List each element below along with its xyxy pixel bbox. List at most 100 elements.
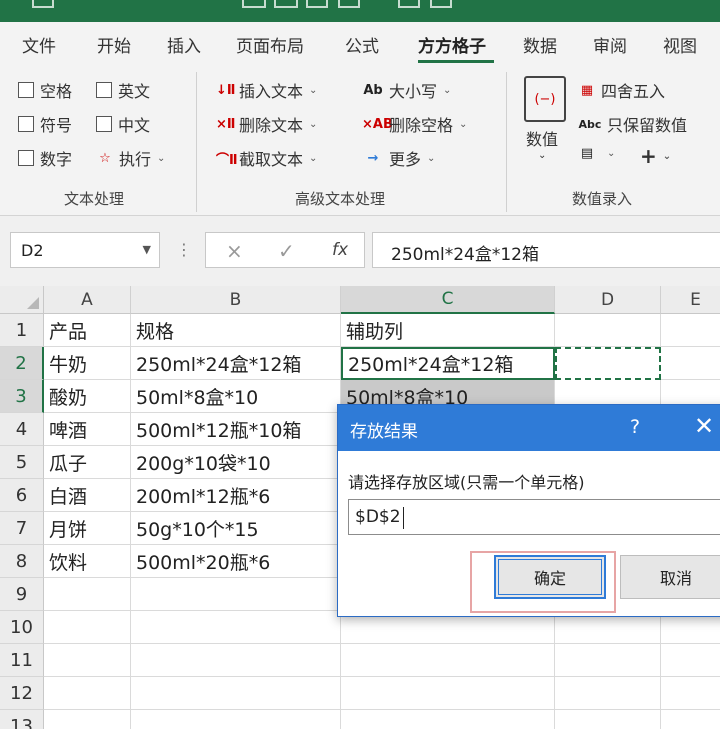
camera-icon[interactable] xyxy=(338,0,360,8)
insert-text-button[interactable]: ↓Ⅱ 插入文本 ⌄ xyxy=(216,78,317,102)
option-space[interactable]: 空格 xyxy=(18,78,72,102)
cell-a3[interactable]: 酸奶 xyxy=(44,380,131,413)
row-header[interactable]: 6 xyxy=(0,479,44,512)
option-english[interactable]: 英文 xyxy=(96,78,150,102)
cell-a2[interactable]: 牛奶 xyxy=(44,347,131,380)
column-header-c[interactable]: C xyxy=(341,286,555,314)
row-header[interactable]: 9 xyxy=(0,578,44,611)
cell-a4[interactable]: 啤酒 xyxy=(44,413,131,446)
row-header[interactable]: 2 xyxy=(0,347,44,380)
row-header[interactable]: 5 xyxy=(0,446,44,479)
cell-b8[interactable]: 500ml*20瓶*6 xyxy=(131,545,341,578)
option-number[interactable]: 数字 xyxy=(18,146,72,170)
cell-c1[interactable]: 辅助列 xyxy=(341,314,555,347)
round-button[interactable]: ▦ 四舍五入 xyxy=(578,78,665,102)
tab-file[interactable]: 文件 xyxy=(22,32,56,57)
format-button[interactable]: ▤ ⌄ xyxy=(578,146,616,161)
value-button[interactable]: 数值 xyxy=(526,126,558,150)
cell-a8[interactable]: 饮料 xyxy=(44,545,131,578)
cell-a9[interactable] xyxy=(44,578,131,611)
tab-home[interactable]: 开始 xyxy=(97,32,131,57)
range-input[interactable]: $D$2 xyxy=(348,499,720,535)
cell-b7[interactable]: 50g*10个*15 xyxy=(131,512,341,545)
cell-c12[interactable] xyxy=(341,677,555,710)
column-header-e[interactable]: E xyxy=(661,286,720,314)
cell-e11[interactable] xyxy=(661,644,720,677)
row-header[interactable]: 3 xyxy=(0,380,44,413)
cell-d2[interactable] xyxy=(555,347,661,380)
cell-e13[interactable] xyxy=(661,710,720,729)
option-chinese[interactable]: 中文 xyxy=(96,112,150,136)
cell-c11[interactable] xyxy=(341,644,555,677)
row-header[interactable]: 8 xyxy=(0,545,44,578)
cell-a11[interactable] xyxy=(44,644,131,677)
cell-c13[interactable] xyxy=(341,710,555,729)
ok-button[interactable]: 确定 xyxy=(494,555,606,599)
column-header-a[interactable]: A xyxy=(44,286,131,314)
tab-review[interactable]: 审阅 xyxy=(593,32,627,57)
cell-b1[interactable]: 规格 xyxy=(131,314,341,347)
keep-value-button[interactable]: Abc 只保留数值 xyxy=(578,112,687,136)
drag-handle-icon[interactable]: ⋮ xyxy=(176,240,192,259)
tab-insert[interactable]: 插入 xyxy=(167,32,201,57)
close-icon[interactable]: ✕ xyxy=(694,412,714,440)
column-header-b[interactable]: B xyxy=(131,286,341,314)
tab-formulas[interactable]: 公式 xyxy=(345,32,379,57)
more-button[interactable]: → 更多 ⌄ xyxy=(362,146,436,170)
value-doc-icon[interactable]: (−) xyxy=(524,76,566,122)
cell-a1[interactable]: 产品 xyxy=(44,314,131,347)
cell-a7[interactable]: 月饼 xyxy=(44,512,131,545)
enter-icon[interactable]: ✓ xyxy=(278,239,295,263)
cell-d12[interactable] xyxy=(555,677,661,710)
case-button[interactable]: Ab 大小写 ⌄ xyxy=(362,78,451,102)
formula-input[interactable]: 250ml*24盒*12箱 xyxy=(372,232,720,268)
cell-a13[interactable] xyxy=(44,710,131,729)
cell-e12[interactable] xyxy=(661,677,720,710)
form-icon[interactable] xyxy=(398,0,420,8)
help-icon[interactable]: ? xyxy=(630,416,640,438)
cell-a6[interactable]: 白酒 xyxy=(44,479,131,512)
column-header-d[interactable]: D xyxy=(555,286,661,314)
tab-data[interactable]: 数据 xyxy=(523,32,557,57)
name-box[interactable]: D2 ▼ xyxy=(10,232,160,268)
select-all-corner[interactable] xyxy=(0,286,44,314)
function-icon[interactable]: fx xyxy=(332,240,348,260)
cell-b3[interactable]: 50ml*8盒*10 xyxy=(131,380,341,413)
extract-text-button[interactable]: ⌒Ⅱ 截取文本 ⌄ xyxy=(216,146,317,170)
cell-d11[interactable] xyxy=(555,644,661,677)
delete-spaces-button[interactable]: ×AB 删除空格 ⌄ xyxy=(362,112,467,136)
table-icon[interactable] xyxy=(242,0,266,8)
cell-b6[interactable]: 200ml*12瓶*6 xyxy=(131,479,341,512)
cell-d1[interactable] xyxy=(555,314,661,347)
cell-b13[interactable] xyxy=(131,710,341,729)
cell-a5[interactable]: 瓜子 xyxy=(44,446,131,479)
execute-button[interactable]: ☆ 执行 ⌄ xyxy=(96,146,165,170)
cancel-button[interactable]: 取消 xyxy=(620,555,720,599)
row-header[interactable]: 7 xyxy=(0,512,44,545)
cell-e2[interactable] xyxy=(661,347,720,380)
cell-c2[interactable]: 250ml*24盒*12箱 xyxy=(341,347,555,380)
chart-icon[interactable] xyxy=(306,0,328,8)
cell-b9[interactable] xyxy=(131,578,341,611)
chevron-down-icon[interactable]: ▼ xyxy=(143,243,151,256)
delete-text-button[interactable]: ×Ⅱ 删除文本 ⌄ xyxy=(216,112,317,136)
add-button[interactable]: + ⌄ xyxy=(640,144,671,168)
row-header[interactable]: 11 xyxy=(0,644,44,677)
cell-b11[interactable] xyxy=(131,644,341,677)
cancel-icon[interactable]: × xyxy=(226,239,243,263)
cell-b2[interactable]: 250ml*24盒*12箱 xyxy=(131,347,341,380)
cell-a12[interactable] xyxy=(44,677,131,710)
tab-fangfang[interactable]: 方方格子 xyxy=(418,32,486,57)
cell-b10[interactable] xyxy=(131,611,341,644)
bulb-icon[interactable] xyxy=(430,0,452,8)
cell-b5[interactable]: 200g*10袋*10 xyxy=(131,446,341,479)
chevron-down-icon[interactable]: ⌄ xyxy=(538,150,546,161)
row-header[interactable]: 10 xyxy=(0,611,44,644)
row-header[interactable]: 13 xyxy=(0,710,44,729)
save-icon[interactable] xyxy=(32,0,54,8)
row-header[interactable]: 4 xyxy=(0,413,44,446)
cell-b12[interactable] xyxy=(131,677,341,710)
option-symbol[interactable]: 符号 xyxy=(18,112,72,136)
tab-view[interactable]: 视图 xyxy=(663,32,697,57)
cell-a10[interactable] xyxy=(44,611,131,644)
